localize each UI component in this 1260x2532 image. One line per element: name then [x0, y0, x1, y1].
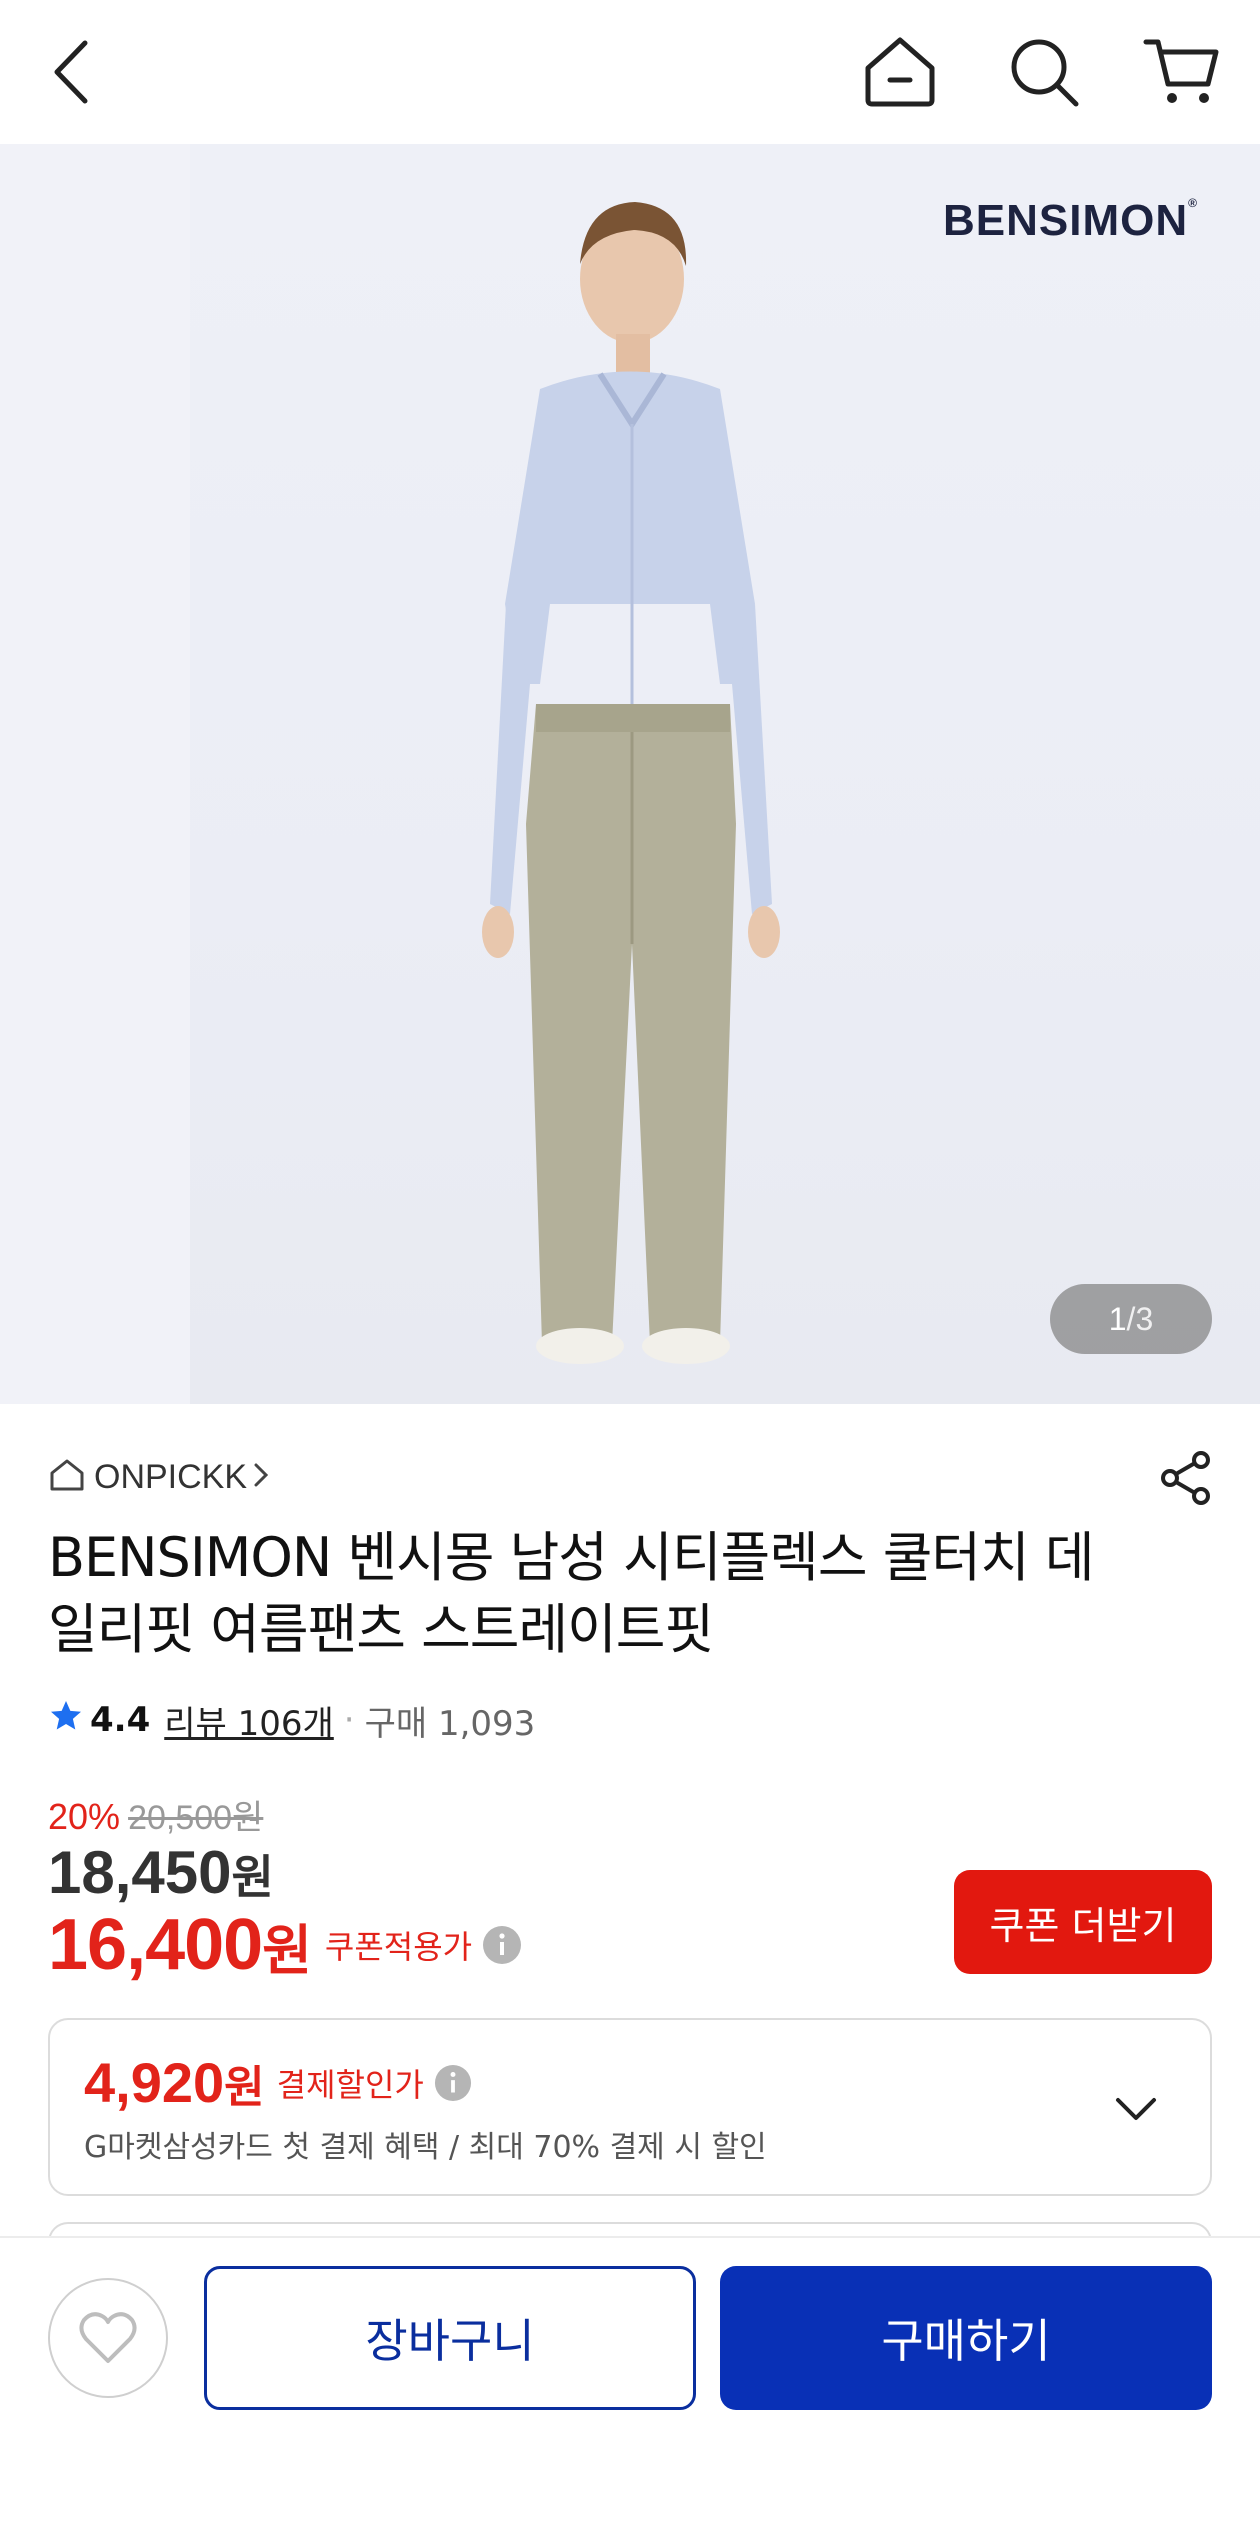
payment-discount-card[interactable]: 4,920원 결제할인가 G마켓삼성카드 첫 결제 혜택 / 최대 70% 결제… [48, 2018, 1212, 2196]
share-icon[interactable] [1156, 1448, 1216, 1508]
store-home-icon [48, 1457, 86, 1497]
benefit-header: 4,920원 결제할인가 [84, 2050, 472, 2115]
image-backdrop [0, 144, 190, 1404]
product-image-gallery[interactable]: BENSIMON® 1/3 [0, 144, 1260, 1404]
image-pager: 1/3 [1050, 1284, 1212, 1354]
separator-dot: · [343, 1700, 355, 1740]
sale-price: 18,450원 [48, 1839, 274, 1906]
coupon-price: 16,400원 [48, 1905, 312, 1985]
seller-link[interactable]: ONPICKK [48, 1452, 269, 1502]
rating-value: 4.4 [90, 1700, 151, 1740]
bottom-action-bar: 장바구니 구매하기 [0, 2236, 1260, 2532]
heart-icon[interactable] [48, 2278, 168, 2398]
chevron-down-icon[interactable] [1106, 2080, 1166, 2140]
buy-now-button[interactable]: 구매하기 [720, 2266, 1212, 2410]
seller-name: ONPICKK [94, 1457, 248, 1496]
info-icon[interactable] [482, 1925, 522, 1965]
search-icon[interactable] [994, 22, 1094, 122]
star-icon [48, 1698, 84, 1743]
product-title: BENSIMON 벤시몽 남성 시티플렉스 쿨터치 데일리핏 여름팬츠 스트레이… [48, 1526, 1095, 1661]
home-icon[interactable] [850, 22, 950, 122]
review-count-link[interactable]: 리뷰 106개 [164, 1696, 334, 1745]
cart-icon[interactable] [1132, 22, 1232, 122]
benefit-description: G마켓삼성카드 첫 결제 혜택 / 최대 70% 결제 시 할인 [84, 2130, 767, 2165]
chevron-right-icon [253, 1461, 269, 1493]
rating-row: 4.4 리뷰 106개 · 구매 1,093 [48, 1694, 535, 1746]
brand-logo: BENSIMON® [943, 196, 1198, 245]
purchase-count: 구매 1,093 [364, 1703, 536, 1744]
discount-percent: 20% [48, 1796, 121, 1837]
back-chevron-icon[interactable] [22, 22, 122, 122]
info-icon[interactable] [434, 2064, 472, 2102]
coupon-price-row: 16,400원 쿠폰적용가 [48, 1904, 522, 1986]
benefit-label: 결제할인가 [276, 2065, 424, 2104]
add-to-cart-button[interactable]: 장바구니 [204, 2266, 696, 2410]
original-price: 20,500원 [128, 1799, 264, 1837]
coupon-price-label: 쿠폰적용가 [324, 1928, 473, 1966]
model-photo [482, 202, 780, 1364]
benefit-price: 4,920원 [84, 2051, 265, 2114]
coupon-more-button[interactable]: 쿠폰 더받기 [954, 1870, 1212, 1974]
discount-row: 20% 20,500원 [48, 1790, 263, 1839]
top-nav [0, 0, 1260, 144]
